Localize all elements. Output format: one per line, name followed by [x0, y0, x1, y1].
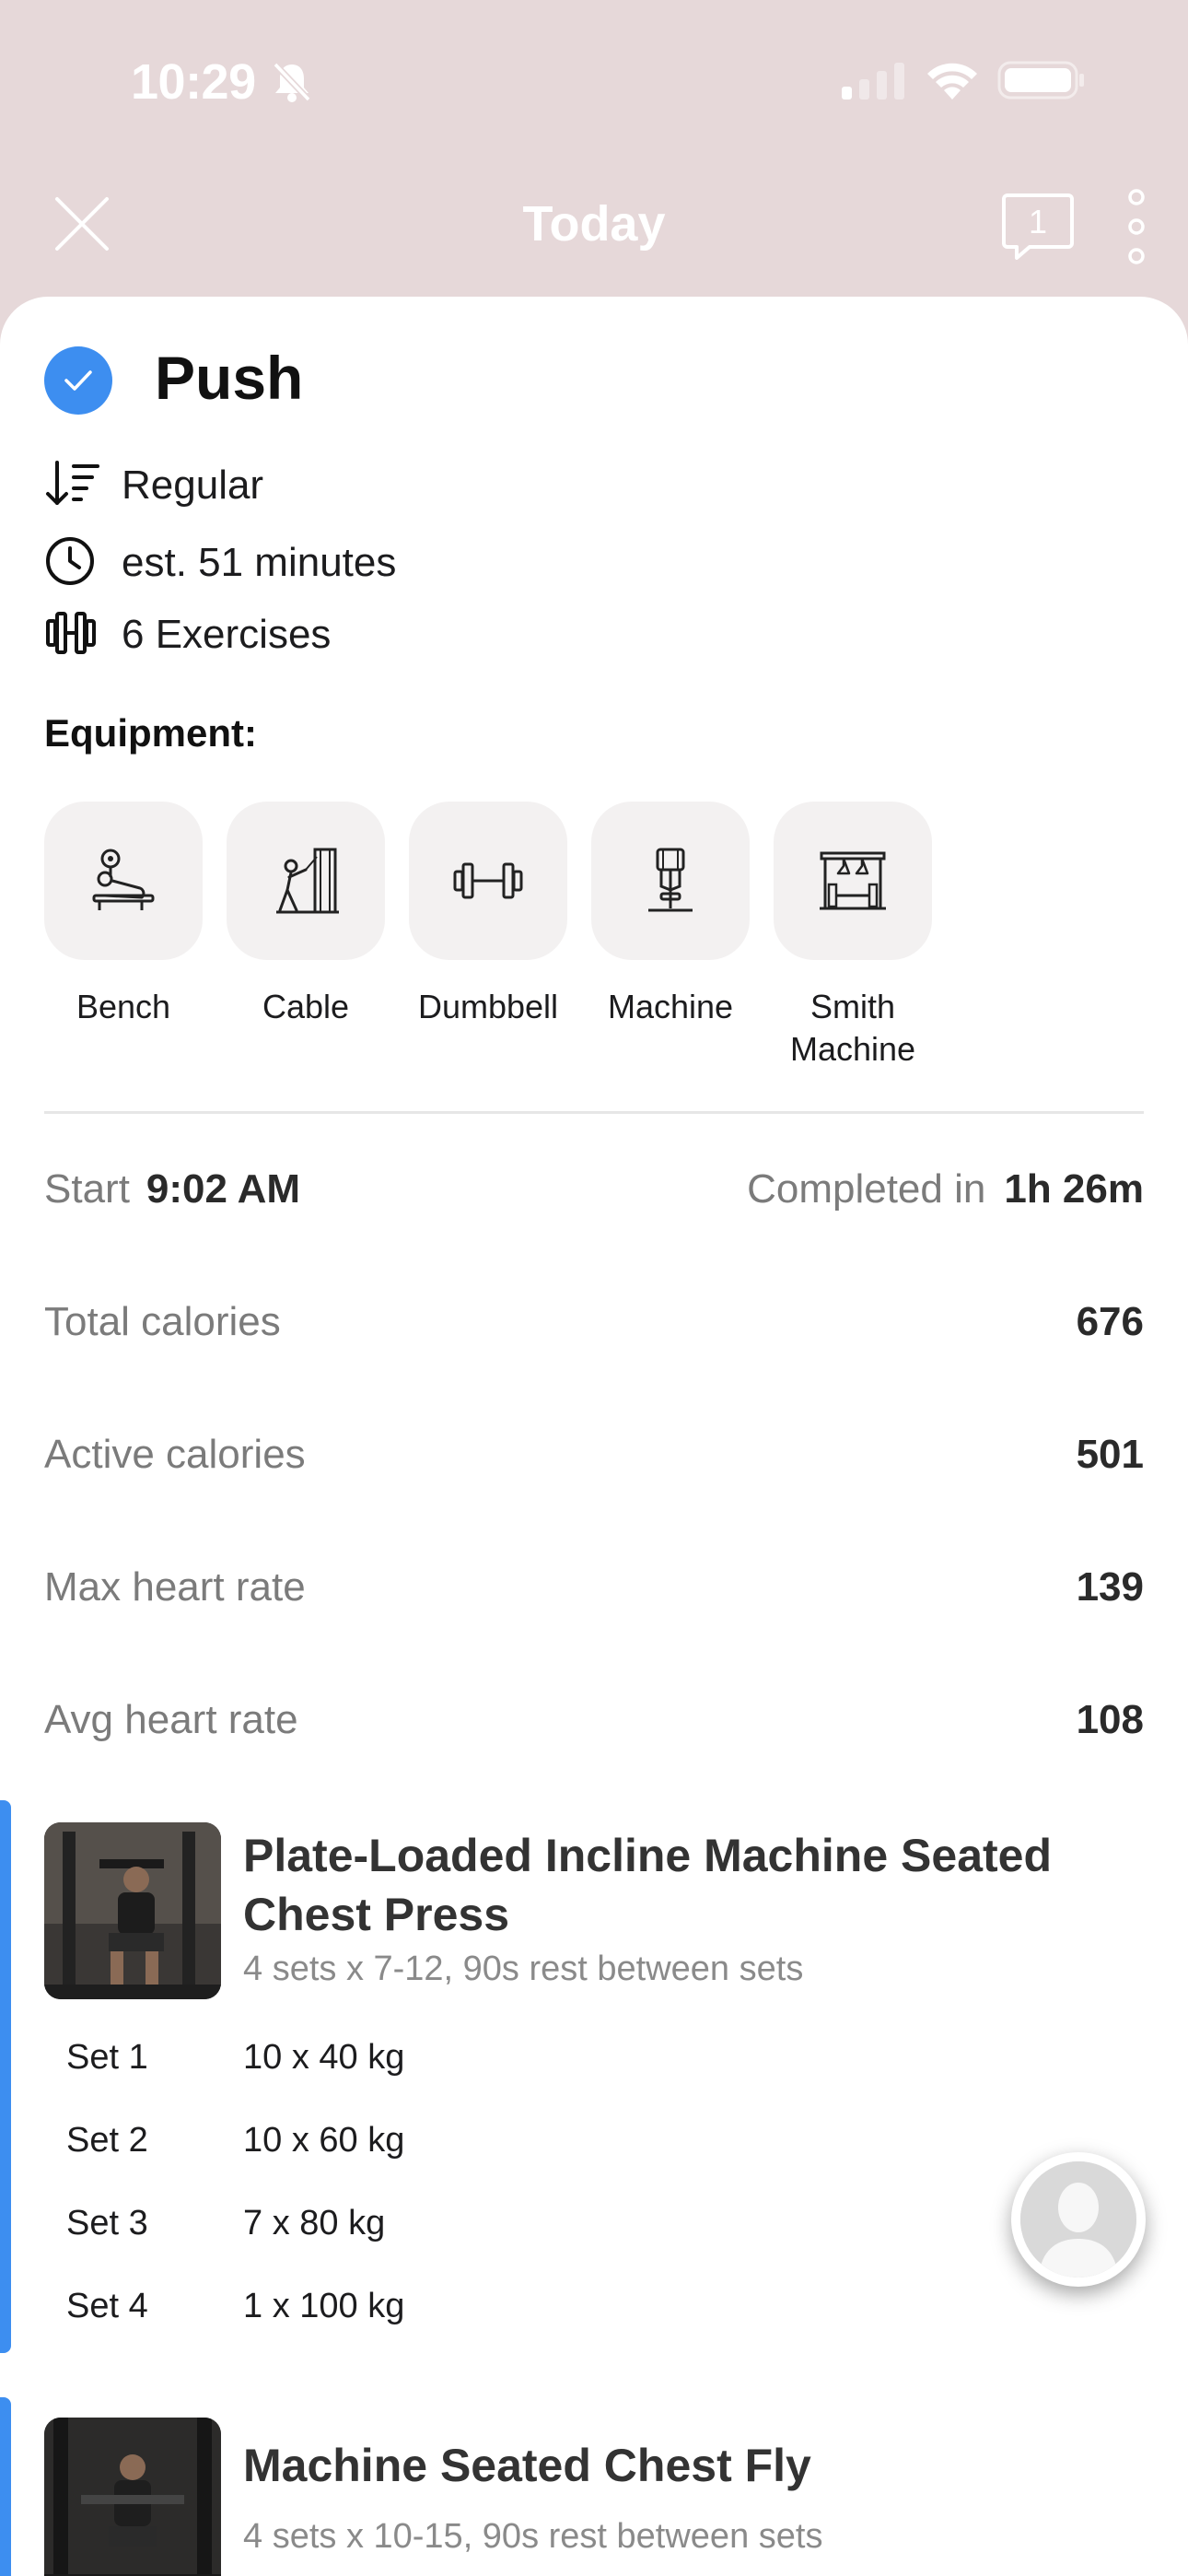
more-options-button[interactable] [1120, 188, 1153, 265]
battery-icon [997, 61, 1084, 100]
more-vertical-icon [1128, 189, 1145, 264]
sort-order-icon [46, 461, 99, 505]
stat-value: 139 [1076, 1564, 1144, 1610]
equipment-heading: Equipment: [44, 711, 257, 755]
exercise-summary: 4 sets x 7-12, 90s rest between sets [243, 1950, 804, 1988]
coach-avatar-button[interactable] [1011, 2152, 1146, 2287]
exercise-photo [44, 1822, 221, 1999]
dumbbell-icon [46, 612, 96, 654]
bench-icon [92, 849, 155, 910]
set-value: 10 x 40 kg [243, 2038, 405, 2077]
set-value: 7 x 80 kg [243, 2204, 386, 2242]
completed-in-label: Completed in 1h 26m [747, 1166, 1144, 1212]
clock-icon [46, 537, 94, 585]
status-time: 10:29 [131, 54, 256, 110]
start-label: Start 9:02 AM [44, 1166, 301, 1212]
equipment-tile[interactable] [44, 802, 203, 960]
equipment-label: Bench [76, 988, 171, 1025]
exercise-completed-indicator [0, 2397, 11, 2576]
comments-button[interactable]: 1 [1002, 192, 1074, 260]
stat-value: 501 [1076, 1432, 1144, 1477]
start-time-row: Start 9:02 AM Completed in 1h 26m [44, 1155, 1144, 1220]
cellular-signal-icon [842, 63, 904, 100]
equipment-tile[interactable] [227, 802, 385, 960]
stat-row-active-calories: Active calories 501 [44, 1421, 1144, 1485]
wifi-icon [927, 63, 977, 100]
person-silhouette-icon [1020, 2161, 1136, 2277]
exercise-thumbnail[interactable] [44, 2418, 221, 2576]
stat-value: 676 [1076, 1299, 1144, 1344]
stat-value: 108 [1076, 1697, 1144, 1742]
cable-machine-icon [276, 848, 339, 914]
completed-check-icon [44, 346, 112, 415]
equipment-tile[interactable] [591, 802, 750, 960]
set-label: Set 3 [66, 2204, 148, 2242]
smith-machine-icon [820, 851, 886, 910]
exercise-summary: 4 sets x 10-15, 90s rest between sets [243, 2517, 823, 2556]
workout-order-text: Regular [122, 463, 264, 508]
top-nav-bar: Today 1 [0, 157, 1188, 295]
exercise-thumbnail[interactable] [44, 1822, 221, 1999]
equipment-item-smith-machine[interactable]: Smith Machine [774, 802, 932, 1071]
stat-label: Max heart rate [44, 1564, 306, 1610]
set-value: 10 x 60 kg [243, 2121, 405, 2160]
set-label: Set 1 [66, 2038, 148, 2077]
stat-row-max-heart-rate: Max heart rate 139 [44, 1553, 1144, 1618]
equipment-label: Smith Machine [789, 988, 916, 1068]
completed-in-value: 1h 26m [1004, 1166, 1144, 1212]
equipment-item-dumbbell[interactable]: Dumbbell [409, 802, 567, 1028]
set-value: 1 x 100 kg [243, 2287, 405, 2325]
exercise-count-text: 6 Exercises [122, 612, 332, 657]
stat-row-avg-heart-rate: Avg heart rate 108 [44, 1686, 1144, 1751]
equipment-label: Machine [607, 988, 734, 1025]
stat-row-total-calories: Total calories 676 [44, 1288, 1144, 1352]
workout-detail-sheet: Push Regular est. 51 minutes 6 Exercises… [0, 297, 1188, 2576]
workout-duration-text: est. 51 minutes [122, 540, 397, 585]
equipment-tile[interactable] [409, 802, 567, 960]
stat-label: Active calories [44, 1432, 306, 1477]
section-divider [44, 1111, 1144, 1114]
equipment-item-cable[interactable]: Cable [227, 802, 385, 1028]
stat-label: Total calories [44, 1299, 281, 1344]
workout-title: Push [155, 344, 304, 412]
exercise-completed-indicator [0, 1800, 11, 2353]
set-label: Set 2 [66, 2121, 148, 2160]
equipment-item-machine[interactable]: Machine [591, 802, 750, 1028]
set-label: Set 4 [66, 2287, 148, 2325]
start-time-value: 9:02 AM [146, 1166, 301, 1212]
comment-count-badge: 1 [1028, 203, 1048, 240]
equipment-label: Cable [262, 988, 350, 1025]
bell-slash-icon [273, 62, 311, 102]
status-bar: 10:29 [0, 0, 1188, 157]
equipment-tile[interactable] [774, 802, 932, 960]
machine-icon [648, 848, 693, 912]
equipment-label: Dumbbell [417, 988, 559, 1025]
equipment-item-bench[interactable]: Bench [44, 802, 203, 1028]
dumbbell-icon [453, 862, 523, 899]
avatar [1020, 2161, 1136, 2277]
exercise-name[interactable]: Plate-Loaded Incline Machine Seated Ches… [243, 1826, 1127, 1944]
exercise-name[interactable]: Machine Seated Chest Fly [243, 2436, 1127, 2495]
exercise-photo [44, 2418, 221, 2576]
stat-label: Avg heart rate [44, 1697, 298, 1742]
